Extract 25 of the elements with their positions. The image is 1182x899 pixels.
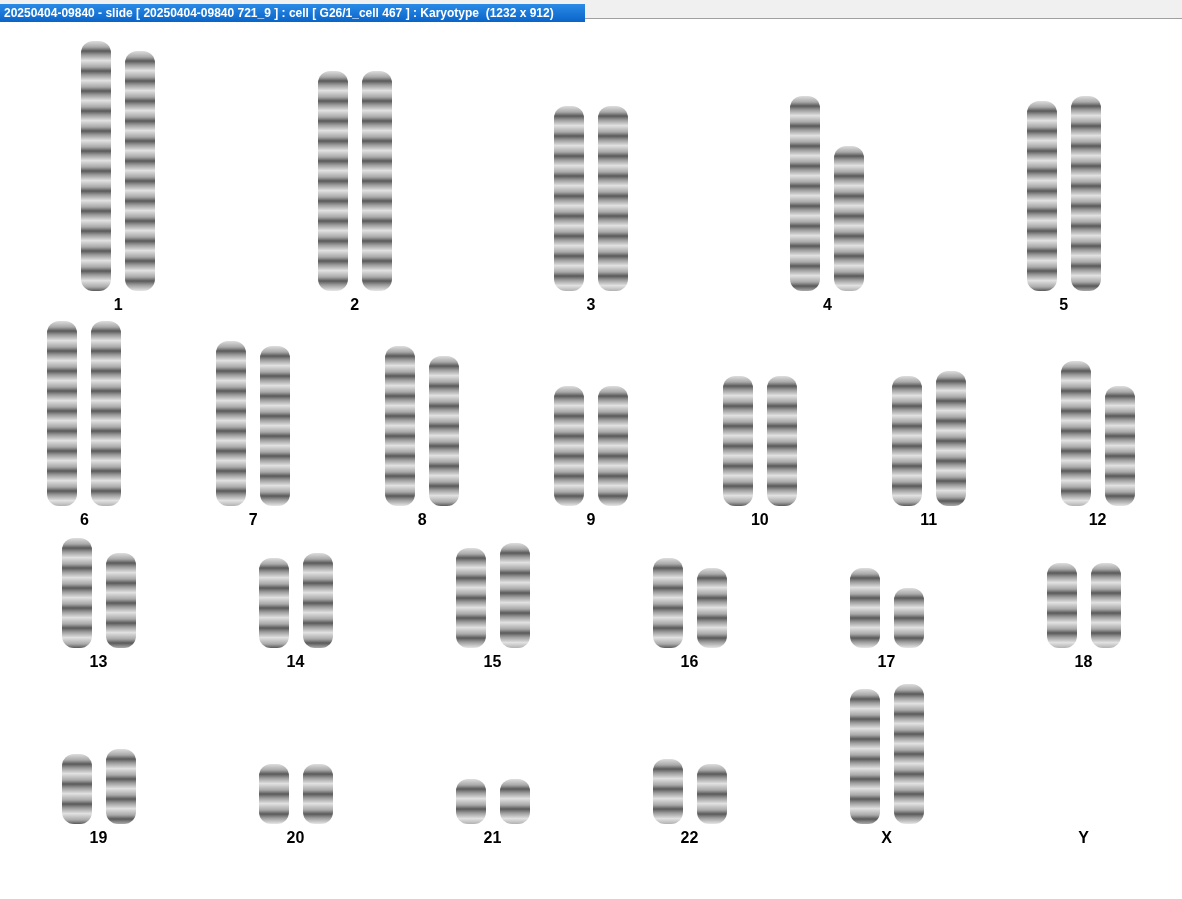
chromosome-number: 16 xyxy=(680,652,699,672)
chromosome-number: 8 xyxy=(417,510,427,530)
chromosome-number: 20 xyxy=(286,828,305,848)
chromosome-number: 1 xyxy=(113,295,123,315)
window-title: 20250404-09840 - slide [ 20250404-09840 721_9 ] : cell [ G26/1_cell 467 ] : Karyotype (1232 x 912) xyxy=(0,4,585,22)
chromosome-number: 3 xyxy=(586,295,596,315)
chromosome-number: 10 xyxy=(750,510,769,530)
chromosome-number: 5 xyxy=(1059,295,1069,315)
chromosome-number: 13 xyxy=(89,652,108,672)
chromosome-number: 22 xyxy=(680,828,699,848)
chromosome-number: 4 xyxy=(822,295,832,315)
chromosome-number: 9 xyxy=(586,510,596,530)
chromosome-number: 14 xyxy=(286,652,305,672)
chromosome-number: 19 xyxy=(89,828,108,848)
chromosome-number: 2 xyxy=(350,295,360,315)
chromosome-number: Y xyxy=(1078,828,1089,848)
chromosome-number: 11 xyxy=(920,510,938,530)
chromosome-number: 6 xyxy=(79,510,89,530)
chromosome-number: 15 xyxy=(483,652,502,672)
chromosome-number: X xyxy=(881,828,892,848)
chromosome-number: 7 xyxy=(248,510,258,530)
chromosome-number: 21 xyxy=(483,828,502,848)
chromosome-number: 12 xyxy=(1088,510,1107,530)
chromosome-number: 17 xyxy=(877,652,896,672)
chromosome-number: 18 xyxy=(1074,652,1093,672)
